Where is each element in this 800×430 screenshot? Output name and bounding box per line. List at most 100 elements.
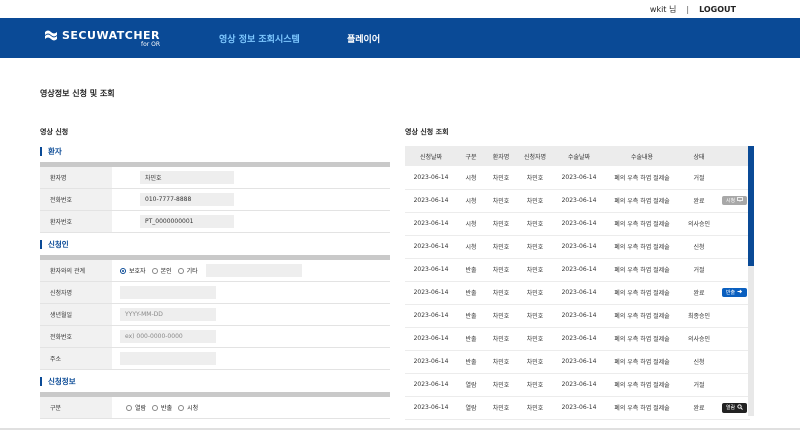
table-cell: 의사승인: [679, 212, 719, 236]
table-cell: 폐의 우측 하엽 절제술: [605, 166, 679, 190]
field-label: 환자명: [40, 167, 112, 188]
column-header: 신청자명: [517, 146, 553, 166]
table-cell: 신청: [679, 235, 719, 259]
birth-date-input[interactable]: YYYY-MM-DD: [120, 308, 216, 321]
table-cell: 2023-06-14: [553, 166, 605, 190]
table-cell: 차민호: [485, 235, 517, 259]
table-row[interactable]: 2023-06-14 시청 차민호 차민호 2023-06-14 폐의 우측 하엽 절제술…: [405, 212, 750, 236]
table-row[interactable]: 2023-06-14 시청 차민호 차민호 2023-06-14 폐의 우측 하엽 절제술…: [405, 189, 750, 213]
table-cell: 의사승인: [679, 327, 719, 351]
table-header-row: 신청날짜 구분 환자명 신청자명 수술날짜 수술내용 상태: [405, 146, 750, 166]
export-icon: [737, 289, 743, 296]
logo[interactable]: SECUWATCHER for OR: [44, 29, 160, 48]
table-cell: 차민호: [485, 281, 517, 305]
action-cell: [719, 235, 750, 259]
column-header: 상태: [679, 146, 719, 166]
action-cell: [719, 304, 750, 328]
table-cell: 반출: [457, 350, 485, 374]
table-cell: 차민호: [517, 189, 553, 213]
table-cell: 거절: [679, 166, 719, 190]
nav-player[interactable]: 플레이어: [347, 32, 380, 45]
table-cell: 차민호: [517, 235, 553, 259]
main-nav: SECUWATCHER for OR 영상 정보 조회시스템 플레이어: [0, 18, 800, 58]
table-cell: 차민호: [517, 281, 553, 305]
action-button[interactable]: 반출: [721, 288, 748, 297]
nav-video-info-system[interactable]: 영상 정보 조회시스템: [219, 32, 300, 45]
action-cell: 열람: [719, 396, 750, 420]
table-cell: 2023-06-14: [405, 166, 457, 190]
field-label: 생년월일: [40, 304, 112, 325]
table-cell: 반출: [457, 281, 485, 305]
scrollbar-thumb[interactable]: [748, 146, 754, 266]
page-title: 영상정보 신청 및 조회: [40, 89, 115, 98]
table-cell: 폐의 우측 하엽 절제술: [605, 304, 679, 328]
type-radio-view[interactable]: 열람: [126, 403, 146, 412]
type-radio-watch[interactable]: 시청: [178, 403, 198, 412]
action-button-label: 열람: [725, 405, 736, 411]
table-cell: 2023-06-14: [405, 189, 457, 213]
table-cell: 차민호: [485, 166, 517, 190]
table-cell: 차민호: [485, 350, 517, 374]
type-radio-export[interactable]: 반출: [152, 403, 172, 412]
table-cell: 거절: [679, 373, 719, 397]
request-group-head: 신청정보: [40, 370, 390, 392]
user-greeting: wkit 님: [649, 4, 677, 14]
table-row[interactable]: 2023-06-14 열람 차민호 차민호 2023-06-14 폐의 우측 하엽 절제술…: [405, 396, 750, 420]
table-row[interactable]: 2023-06-14 반출 차민호 차민호 2023-06-14 폐의 우측 하엽 절제술…: [405, 304, 750, 328]
table-row[interactable]: 2023-06-14 반출 차민호 차민호 2023-06-14 폐의 우측 하엽 절제술…: [405, 258, 750, 282]
patient-group-head: 환자: [40, 140, 390, 162]
topbar-separator: |: [686, 4, 690, 14]
applicant-group-head: 신청인: [40, 233, 390, 255]
table-row[interactable]: 2023-06-14 열람 차민호 차민호 2023-06-14 폐의 우측 하엽 절제술…: [405, 373, 750, 397]
patient-name-field: 차민호: [140, 171, 234, 184]
table-cell: 차민호: [517, 304, 553, 328]
top-bar: wkit 님 | LOGOUT: [0, 0, 800, 18]
table-cell: 차민호: [517, 327, 553, 351]
table-row[interactable]: 2023-06-14 시청 차민호 차민호 2023-06-14 폐의 우측 하엽 절제술…: [405, 235, 750, 259]
form-row: 전화번호 010-7777-8888: [40, 189, 390, 211]
table-row[interactable]: 2023-06-14 반출 차민호 차민호 2023-06-14 폐의 우측 하엽 절제술…: [405, 350, 750, 374]
applicant-phone-input[interactable]: ex) 000-0000-0000: [120, 330, 216, 343]
monitor-icon: [737, 197, 743, 204]
table-row[interactable]: 2023-06-14 시청 차민호 차민호 2023-06-14 폐의 우측 하엽 절제술…: [405, 166, 750, 190]
relation-radio-self[interactable]: 본인: [151, 266, 172, 275]
logout-link[interactable]: LOGOUT: [699, 5, 736, 14]
form-row: 구분 열람 반출 시청: [40, 397, 390, 419]
form-row: 주소: [40, 348, 390, 370]
table-scrollbar[interactable]: [748, 146, 754, 416]
column-header: 수술날짜: [553, 146, 605, 166]
action-cell: 시청: [719, 189, 750, 213]
table-cell: 차민호: [517, 258, 553, 282]
address-input[interactable]: [120, 352, 216, 365]
table-cell: 2023-06-14: [405, 350, 457, 374]
patient-phone-field: 010-7777-8888: [140, 193, 234, 206]
action-button[interactable]: 시청: [721, 196, 748, 205]
form-row: 환자와의 관계 보호자 본인 기타: [40, 260, 390, 282]
action-cell: 반출: [719, 281, 750, 305]
table-cell: 완료: [679, 189, 719, 213]
field-label: 주소: [40, 348, 112, 369]
form-row: 신청자명: [40, 282, 390, 304]
relation-radio-guardian[interactable]: 보호자: [120, 266, 146, 275]
table-cell: 2023-06-14: [405, 327, 457, 351]
request-list: 신청날짜 구분 환자명 신청자명 수술날짜 수술내용 상태 2023-06-14…: [405, 146, 755, 420]
table-cell: 폐의 우측 하엽 절제술: [605, 189, 679, 213]
table-row[interactable]: 2023-06-14 반출 차민호 차민호 2023-06-14 폐의 우측 하엽 절제술…: [405, 327, 750, 351]
magnifier-icon: [737, 403, 743, 412]
table-cell: 2023-06-14: [553, 373, 605, 397]
action-button[interactable]: 열람: [721, 402, 748, 413]
table-cell: 거절: [679, 258, 719, 282]
table-cell: 완료: [679, 281, 719, 305]
applicant-name-input[interactable]: [120, 286, 216, 299]
table-cell: 2023-06-14: [405, 258, 457, 282]
form-row: 생년월일 YYYY-MM-DD: [40, 304, 390, 326]
table-cell: 2023-06-14: [553, 304, 605, 328]
table-cell: 2023-06-14: [405, 235, 457, 259]
table-row[interactable]: 2023-06-14 반출 차민호 차민호 2023-06-14 폐의 우측 하엽 절제술…: [405, 281, 750, 305]
relation-other-input[interactable]: [205, 264, 302, 277]
form-row: 환자번호 PT_0000000001: [40, 211, 390, 233]
action-button-label: 시청: [725, 198, 736, 204]
table-cell: 2023-06-14: [405, 304, 457, 328]
relation-radio-other[interactable]: 기타: [177, 266, 198, 275]
table-cell: 2023-06-14: [553, 235, 605, 259]
